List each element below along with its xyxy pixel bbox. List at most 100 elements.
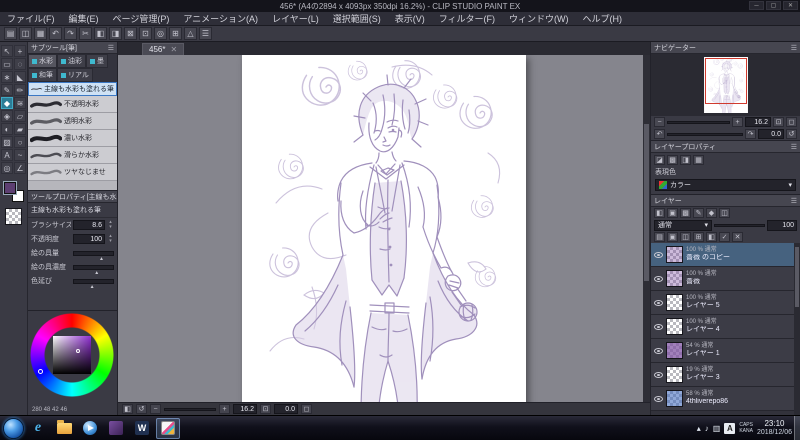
sv-marker[interactable] <box>76 349 80 353</box>
selected-brush-item[interactable]: 主線も水彩も塗れる筆 <box>28 82 117 96</box>
paint-density-slider[interactable]: ▲ <box>73 264 114 275</box>
settings-icon[interactable]: ☰ <box>199 27 212 40</box>
brush-size-value[interactable]: 8.6 <box>73 220 105 230</box>
nav-reset-rotation-icon[interactable]: ↺ <box>786 129 797 139</box>
menu-edit[interactable]: 編集(E) <box>62 12 106 25</box>
start-button[interactable] <box>3 417 24 439</box>
volume-icon[interactable]: ♪ <box>705 424 709 433</box>
figure-tool-icon[interactable]: ○ <box>14 136 26 148</box>
object-tool-icon[interactable]: ↖ <box>1 45 13 57</box>
zoom-in-icon[interactable]: + <box>219 404 230 414</box>
stepper-icon[interactable]: ▴ ▾ <box>107 234 114 244</box>
brush-item[interactable]: 濃い水彩 <box>28 130 117 147</box>
flip-view-icon[interactable]: ◧ <box>122 404 133 414</box>
eraser-tool-icon[interactable]: ▱ <box>14 110 26 122</box>
taskbar-ie[interactable]: e <box>26 418 50 439</box>
layer-row[interactable]: 100 % 通常 レイヤー 5 <box>651 291 800 315</box>
layer-thumbnail[interactable] <box>666 390 683 407</box>
canvas-viewport[interactable] <box>118 55 650 402</box>
new-file-icon[interactable]: ▤ <box>4 27 17 40</box>
layer-thumbnail[interactable] <box>666 294 683 311</box>
airbrush-tool-icon[interactable]: ≋ <box>14 97 26 109</box>
tab-japanese-brush[interactable]: 和筆 <box>28 68 57 82</box>
eyedropper-tool-icon[interactable]: ◣ <box>14 71 26 83</box>
menu-selection[interactable]: 選択範囲(S) <box>326 12 388 25</box>
taskbar-clip-studio[interactable] <box>156 417 180 439</box>
layer-thumbnail[interactable] <box>666 318 683 335</box>
menu-page-manage[interactable]: ページ管理(P) <box>106 12 177 25</box>
line-correct-tool-icon[interactable]: ~ <box>14 149 26 161</box>
fill-tool-icon[interactable]: ▰ <box>14 123 26 135</box>
new-folder-icon[interactable]: ▣ <box>667 232 678 242</box>
new-layer-icon[interactable]: ▤ <box>654 232 665 242</box>
maximize-button[interactable]: ▢ <box>766 1 781 10</box>
layer-opacity-value[interactable]: 100 <box>767 219 797 231</box>
taskbar-word[interactable]: W <box>130 418 154 439</box>
rotation-value[interactable]: 0.0 <box>274 404 298 414</box>
panel-menu-icon[interactable]: ☰ <box>791 44 797 52</box>
brush-item[interactable]: 透明水彩 <box>28 113 117 130</box>
ime-indicator[interactable]: A <box>724 422 736 434</box>
menu-filter[interactable]: フィルター(F) <box>432 12 502 25</box>
panel-menu-icon[interactable]: ☰ <box>791 197 797 205</box>
grid-icon[interactable]: ⊞ <box>169 27 182 40</box>
move-tool-icon[interactable]: + <box>14 45 26 57</box>
cut-icon[interactable]: ✂ <box>79 27 92 40</box>
tab-close-icon[interactable]: ✕ <box>170 45 177 54</box>
blend-tool-icon[interactable]: ◐ <box>1 123 13 135</box>
taskbar-explorer[interactable] <box>52 418 76 439</box>
zoom-tool-icon[interactable]: ◎ <box>1 162 13 174</box>
minimize-button[interactable]: ─ <box>749 1 764 10</box>
taskbar-media-player[interactable] <box>78 418 102 439</box>
save-file-icon[interactable]: ▦ <box>34 27 47 40</box>
main-color-swatch[interactable] <box>2 181 17 195</box>
document-tab[interactable]: 456* ✕ <box>142 43 185 55</box>
nav-zoom-in-icon[interactable]: + <box>732 117 743 127</box>
canvas-vertical-scrollbar[interactable] <box>643 55 650 402</box>
redo-icon[interactable]: ↷ <box>64 27 77 40</box>
border-effect-icon[interactable]: ◪ <box>654 154 665 165</box>
zoom-value[interactable]: 16.2 <box>233 404 257 414</box>
brush-item[interactable]: ツヤなじませ <box>28 164 117 181</box>
taskbar-clock[interactable]: 23:10 2018/12/06 <box>757 419 792 437</box>
hue-marker[interactable] <box>38 369 43 374</box>
close-button[interactable]: ✕ <box>783 1 798 10</box>
ruler-tool-icon[interactable]: ∠ <box>14 162 26 174</box>
expression-color-icon[interactable]: ▦ <box>693 154 704 165</box>
layer-thumbnail[interactable] <box>666 270 683 287</box>
tab-real[interactable]: リアル <box>57 68 93 82</box>
pencil-tool-icon[interactable]: ✏ <box>14 84 26 96</box>
nav-rotate-slider[interactable] <box>667 132 743 136</box>
hidden-icons-chevron-icon[interactable]: ▴ <box>697 424 701 433</box>
panel-menu-icon[interactable]: ☰ <box>791 143 797 151</box>
menu-file[interactable]: ファイル(F) <box>0 12 62 25</box>
show-desktop-button[interactable] <box>794 416 800 440</box>
transparent-color-swatch[interactable] <box>5 208 22 225</box>
visibility-eye-icon[interactable] <box>654 299 663 306</box>
lasso-tool-icon[interactable]: ◌ <box>14 58 26 70</box>
tone-icon[interactable]: ▩ <box>667 154 678 165</box>
zoom-icon[interactable]: ◎ <box>154 27 167 40</box>
layer-thumbnail[interactable] <box>666 342 683 359</box>
deselect-icon[interactable]: ⊡ <box>139 27 152 40</box>
enable-mask-icon[interactable]: ◫ <box>719 208 730 218</box>
nav-rotation-value[interactable]: 0.0 <box>758 129 784 139</box>
zoom-slider[interactable] <box>164 407 216 411</box>
apply-mask-icon[interactable]: ✓ <box>719 232 730 242</box>
visibility-eye-icon[interactable] <box>654 347 663 354</box>
open-file-icon[interactable]: ◫ <box>19 27 32 40</box>
pen-tool-icon[interactable]: ✎ <box>1 84 13 96</box>
color-stretch-slider[interactable]: ▲ <box>73 278 114 289</box>
expression-color-dropdown[interactable]: カラー ▾ <box>655 179 796 191</box>
layer-row[interactable]: 100 % 通常 薔薇 <box>651 267 800 291</box>
fit-screen-icon[interactable]: ⊡ <box>260 404 271 414</box>
nav-rotate-right-icon[interactable]: ↷ <box>745 129 756 139</box>
nav-zoom-slider[interactable] <box>667 120 730 124</box>
stepper-icon[interactable]: ▴ ▾ <box>107 220 114 230</box>
visibility-eye-icon[interactable] <box>654 275 663 282</box>
delete-icon[interactable]: ⊠ <box>124 27 137 40</box>
duplicate-layer-icon[interactable]: ◫ <box>680 232 691 242</box>
menu-animation[interactable]: アニメーション(A) <box>176 12 265 25</box>
visibility-eye-icon[interactable] <box>654 395 663 402</box>
brush-item[interactable]: 不透明水彩 <box>28 96 117 113</box>
